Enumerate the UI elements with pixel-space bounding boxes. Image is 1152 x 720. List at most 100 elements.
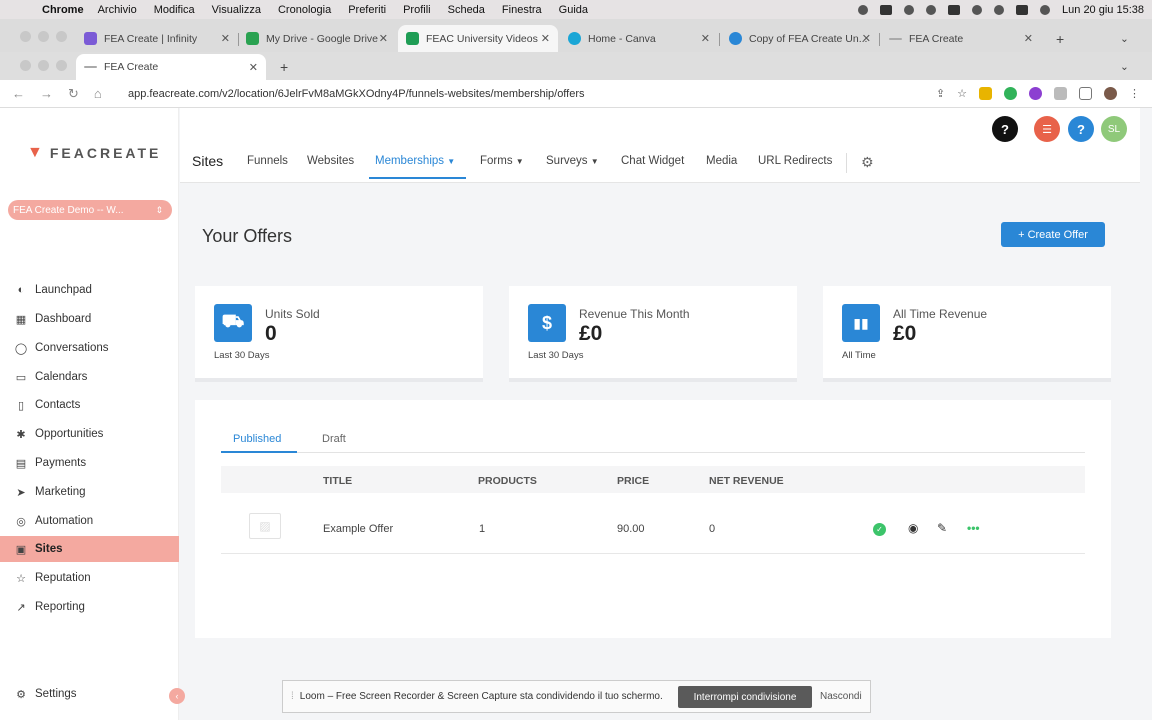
new-tab-button[interactable]: + [272, 54, 296, 80]
tab-copy-fea-create[interactable]: Copy of FEA Create Un... ✕ [721, 25, 879, 52]
tab-search-chevron-icon[interactable]: ⌄ [1112, 25, 1132, 52]
close-tab-icon[interactable]: ✕ [541, 32, 550, 45]
sidebar-item-sites[interactable]: ▣ Sites [0, 536, 179, 562]
battery-icon[interactable] [948, 4, 961, 15]
forward-icon[interactable]: → [40, 86, 53, 102]
sidebar-item-launchpad[interactable]: ◐ Launchpad [0, 277, 179, 303]
minimize-window-icon[interactable] [38, 60, 49, 71]
more-options-icon[interactable]: ••• [967, 521, 980, 535]
menu-visualizza[interactable]: Visualizza [212, 4, 261, 16]
tab-feac-university[interactable]: FEAC University Videos ✕ [398, 25, 558, 52]
extensions-puzzle-icon[interactable] [1054, 87, 1067, 100]
collapse-sidebar-icon[interactable]: ‹ [169, 688, 185, 704]
user-avatar[interactable]: SL [1101, 116, 1127, 142]
sidebar-item-dashboard[interactable]: ▦ Dashboard [0, 306, 179, 332]
sidebar-item-reputation[interactable]: ☆ Reputation [0, 565, 179, 591]
tab-chat-widget[interactable]: Chat Widget [621, 155, 684, 167]
sidebar-item-settings[interactable]: ⚙ Settings [0, 681, 179, 707]
tab-published[interactable]: Published [233, 433, 281, 445]
logo[interactable]: ▼ FEACREATE [27, 144, 161, 162]
close-window-icon[interactable] [20, 31, 31, 42]
tab-fea-create-active[interactable]: FEA Create ✕ [76, 54, 266, 80]
close-tab-icon[interactable]: ✕ [221, 32, 230, 45]
help-blue-icon[interactable]: ? [1068, 116, 1094, 142]
help-black-icon[interactable]: ? [992, 116, 1018, 142]
microphone-icon[interactable] [858, 4, 869, 15]
siri-icon[interactable] [1040, 4, 1051, 15]
extension-status-icon[interactable] [904, 4, 915, 15]
extension-icon[interactable] [979, 87, 992, 100]
sidebar-item-payments[interactable]: ▤ Payments [0, 450, 179, 476]
zoom-window-icon[interactable] [56, 60, 67, 71]
table-row[interactable]: ▨ Example Offer 1 90.00 0 ✓ ◉ ✎ ••• [221, 504, 1085, 554]
minimize-window-icon[interactable] [38, 31, 49, 42]
tab-google-drive[interactable]: My Drive - Google Drive ✕ [238, 25, 396, 52]
menu-archivio[interactable]: Archivio [98, 4, 137, 16]
location-switcher[interactable]: FEA Create Demo -- W... ⇕ [8, 200, 172, 220]
sidebar-item-calendars[interactable]: ▭ Calendars [0, 364, 179, 390]
grammarly-icon[interactable] [1004, 87, 1017, 100]
menu-cronologia[interactable]: Cronologia [278, 4, 331, 16]
wifi-icon[interactable] [972, 4, 983, 15]
hide-button[interactable]: Nascondi [820, 691, 862, 702]
close-tab-icon[interactable]: ✕ [862, 32, 871, 45]
published-check-icon[interactable]: ✓ [873, 523, 886, 536]
tab-canva[interactable]: Home - Canva ✕ [560, 25, 718, 52]
tab-funnels[interactable]: Funnels [247, 155, 288, 167]
tab-fea-create[interactable]: FEA Create ✕ [881, 25, 1041, 52]
bookmark-star-icon[interactable]: ☆ [957, 87, 967, 100]
menu-preferiti[interactable]: Preferiti [348, 4, 386, 16]
tab-url-redirects[interactable]: URL Redirects [758, 155, 832, 167]
sidebar-item-reporting[interactable]: ↗ Reporting [0, 594, 179, 620]
eye-preview-icon[interactable]: ◉ [908, 521, 918, 535]
drag-handle-icon[interactable]: ⁞ [291, 691, 294, 702]
menu-finestra[interactable]: Finestra [502, 4, 542, 16]
bluetooth-icon[interactable] [926, 4, 937, 15]
close-tab-icon[interactable]: ✕ [701, 32, 710, 45]
camera-icon[interactable] [880, 4, 893, 15]
side-panel-icon[interactable] [1079, 87, 1092, 100]
close-window-icon[interactable] [20, 60, 31, 71]
spotlight-icon[interactable] [994, 4, 1005, 15]
tab-search-chevron-icon[interactable]: ⌄ [1112, 54, 1132, 80]
sidebar-item-marketing[interactable]: ➤ Marketing [0, 479, 179, 505]
gear-icon[interactable]: ⚙ [861, 154, 874, 171]
profile-avatar[interactable] [1104, 87, 1117, 100]
tab-title: FEA Create | Infinity [104, 32, 198, 45]
tab-media[interactable]: Media [706, 155, 737, 167]
sidebar-item-contacts[interactable]: ▯ Contacts [0, 392, 179, 418]
tab-fea-infinity[interactable]: FEA Create | Infinity ✕ [76, 25, 238, 52]
sidebar-item-opportunities[interactable]: ✱ Opportunities [0, 421, 179, 447]
menu-modifica[interactable]: Modifica [154, 4, 195, 16]
control-center-icon[interactable] [1016, 4, 1029, 15]
new-tab-button[interactable]: + [1048, 25, 1072, 52]
menu-scheda[interactable]: Scheda [448, 4, 485, 16]
app-menu[interactable]: Chrome [42, 4, 84, 16]
zoom-window-icon[interactable] [56, 31, 67, 42]
clock[interactable]: Lun 20 giu 15:38 [1062, 4, 1144, 16]
offer-title[interactable]: Example Offer [323, 523, 393, 535]
close-tab-icon[interactable]: ✕ [249, 61, 258, 74]
create-offer-button[interactable]: + Create Offer [1001, 222, 1105, 247]
tab-surveys[interactable]: Surveys ▼ [546, 155, 599, 167]
tab-draft[interactable]: Draft [322, 433, 346, 445]
url-field[interactable]: app.feacreate.com/v2/location/6JelrFvM8a… [128, 88, 585, 100]
tab-forms[interactable]: Forms ▼ [480, 155, 524, 167]
extension-icon[interactable] [1029, 87, 1042, 100]
edit-pencil-icon[interactable]: ✎ [937, 521, 947, 535]
menu-profili[interactable]: Profili [403, 4, 431, 16]
menu-guida[interactable]: Guida [559, 4, 588, 16]
stop-sharing-button[interactable]: Interrompi condivisione [678, 686, 812, 708]
sidebar-item-conversations[interactable]: ◯ Conversations [0, 335, 179, 361]
tab-websites[interactable]: Websites [307, 155, 354, 167]
home-icon[interactable]: ⌂ [94, 86, 102, 102]
more-menu-icon[interactable]: ⋮ [1129, 87, 1140, 100]
tab-memberships[interactable]: Memberships ▼ [375, 155, 455, 167]
close-tab-icon[interactable]: ✕ [379, 32, 388, 45]
reload-icon[interactable]: ↻ [68, 86, 79, 102]
close-tab-icon[interactable]: ✕ [1024, 32, 1033, 45]
sidebar-item-automation[interactable]: ◎ Automation [0, 508, 179, 534]
share-icon[interactable]: ⇪ [936, 87, 945, 100]
back-icon[interactable]: ← [12, 86, 25, 102]
notifications-list-icon[interactable]: ☰ [1034, 116, 1060, 142]
